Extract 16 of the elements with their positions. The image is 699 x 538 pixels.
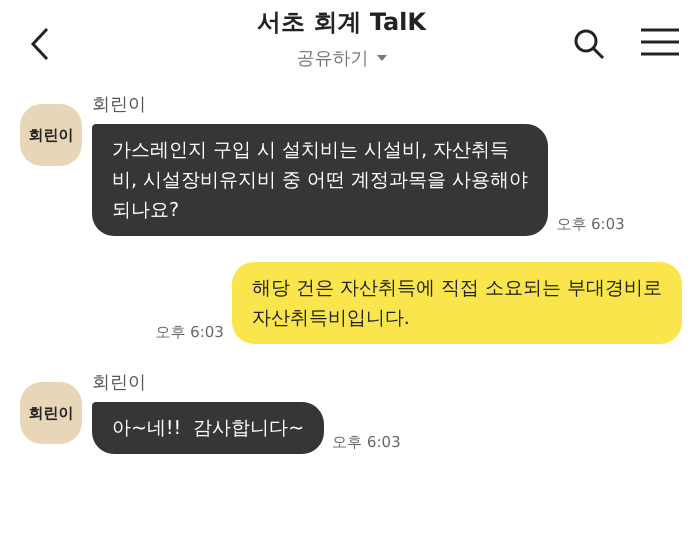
avatar[interactable]: 회린이 [20, 382, 82, 444]
message-time: 오후 6:03 [332, 433, 401, 453]
sender-name: 회린이 [92, 371, 147, 394]
caret-icon [376, 55, 386, 61]
message-time: 오후 6:03 [155, 323, 224, 343]
share-dropdown[interactable]: 공유하기 [296, 46, 386, 70]
sender-name: 회린이 [92, 93, 147, 116]
avatar[interactable]: 회린이 [20, 104, 82, 166]
message-bubble: 아~네!! 감사합니다~ [92, 402, 324, 454]
message-bubble: 가스레인지 구입 시 설치비는 시설비, 자산취득 비, 시설장비유지비 중 어떤 계정과목을 사용해야 되나요? [92, 124, 548, 236]
message-time: 오후 6:03 [556, 215, 625, 235]
search-icon[interactable] [573, 28, 605, 60]
menu-icon[interactable] [641, 28, 679, 56]
back-icon[interactable] [30, 27, 50, 61]
chat-title: 서초 회계 TalK [256, 7, 426, 38]
message-bubble: 해당 건은 자산취득에 직접 소요되는 부대경비로 자산취득비입니다. [232, 262, 682, 344]
